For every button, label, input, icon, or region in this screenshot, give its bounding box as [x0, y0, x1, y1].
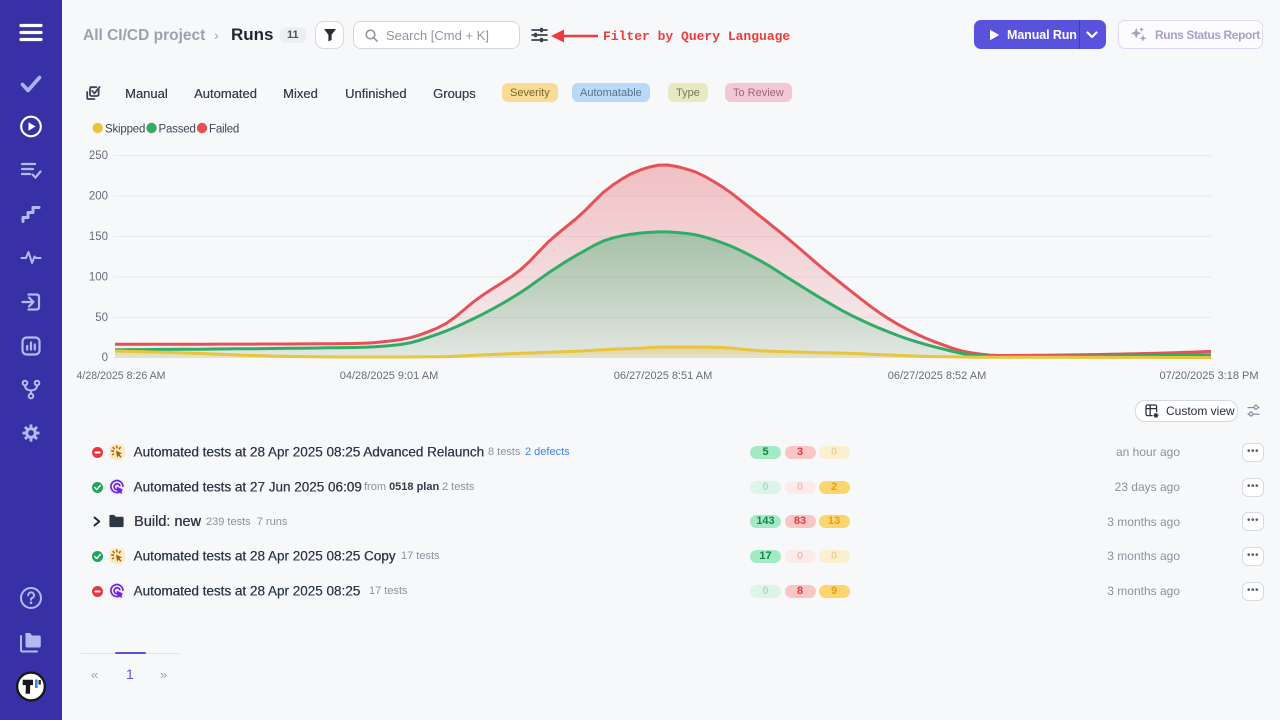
svg-text:250: 250: [89, 150, 108, 162]
svg-text:50: 50: [95, 312, 108, 324]
svg-text:Failed: Failed: [209, 123, 239, 135]
svg-text:Skipped: Skipped: [105, 123, 145, 135]
svg-text:0: 0: [102, 352, 108, 364]
svg-text:200: 200: [89, 191, 108, 203]
svg-text:06/27/2025 8:51 AM: 06/27/2025 8:51 AM: [614, 370, 712, 382]
svg-text:04/28/2025 9:01 AM: 04/28/2025 9:01 AM: [340, 370, 438, 382]
svg-text:06/27/2025 8:52 AM: 06/27/2025 8:52 AM: [888, 370, 986, 382]
svg-text:Passed: Passed: [159, 123, 196, 135]
svg-text:150: 150: [89, 231, 108, 243]
svg-text:07/20/2025 3:18 PM: 07/20/2025 3:18 PM: [1159, 370, 1258, 382]
svg-text:100: 100: [89, 272, 108, 284]
svg-text:4/28/2025 8:26 AM: 4/28/2025 8:26 AM: [77, 370, 166, 382]
